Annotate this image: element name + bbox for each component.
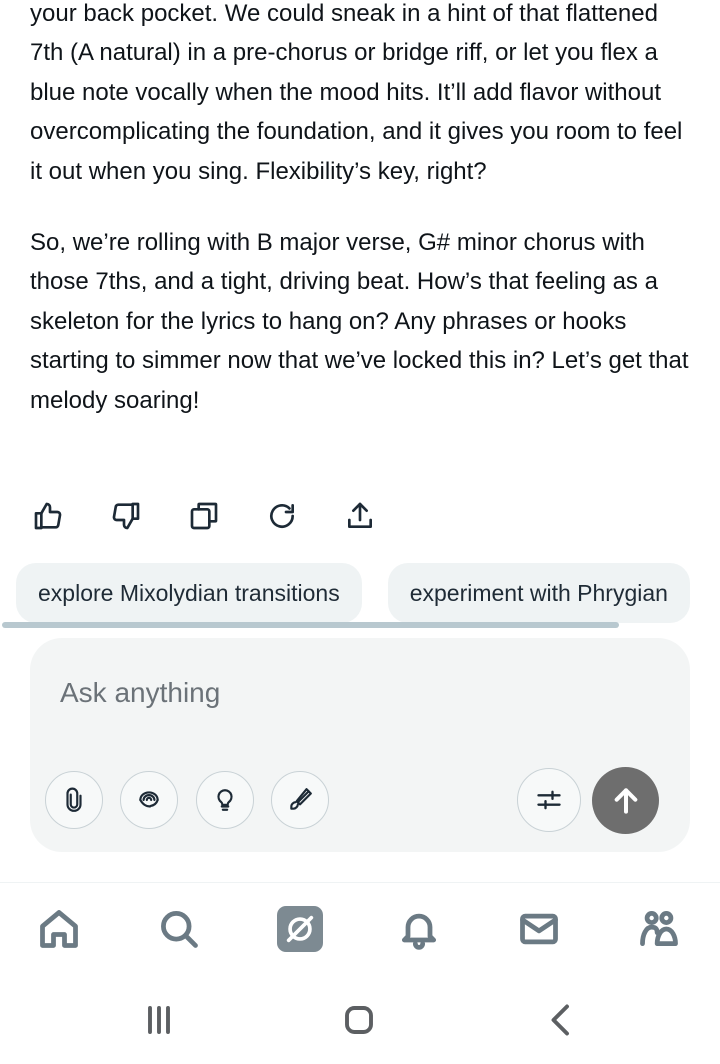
regenerate-button[interactable] bbox=[258, 492, 306, 540]
copy-icon bbox=[190, 502, 218, 530]
home-button[interactable] bbox=[329, 990, 389, 1050]
share-button[interactable] bbox=[336, 492, 384, 540]
assistant-message: your back pocket. We could sneak in a hi… bbox=[30, 0, 690, 452]
send-button[interactable] bbox=[592, 767, 659, 834]
home-icon bbox=[40, 910, 78, 948]
back-chevron-icon bbox=[551, 1004, 569, 1036]
suggestion-chip[interactable]: explore Mixolydian transitions bbox=[16, 563, 362, 623]
settings-button[interactable] bbox=[517, 768, 581, 832]
message-paragraph: So, we’re rolling with B major verse, G#… bbox=[30, 229, 689, 414]
settings-sliders-icon bbox=[537, 790, 561, 810]
attach-icon bbox=[66, 787, 82, 812]
suggestion-chip[interactable]: experiment with Phrygian bbox=[387, 563, 690, 623]
arrow-up-icon bbox=[614, 787, 637, 814]
deepsearch-button[interactable] bbox=[120, 771, 178, 829]
thumbs-up-icon bbox=[34, 502, 62, 530]
tab-messages[interactable] bbox=[512, 902, 566, 956]
tab-grok[interactable] bbox=[277, 906, 323, 952]
recents-button[interactable] bbox=[129, 990, 189, 1050]
tab-search[interactable] bbox=[152, 902, 206, 956]
suggestions-scrollbar[interactable] bbox=[2, 622, 619, 628]
think-button[interactable] bbox=[196, 771, 254, 829]
draw-button[interactable] bbox=[271, 771, 329, 829]
dislike-button[interactable] bbox=[102, 492, 150, 540]
suggestion-chips: explore Mixolydian transitions experiment… bbox=[16, 563, 720, 623]
recents-icon bbox=[148, 1006, 170, 1034]
tab-notifications[interactable] bbox=[392, 902, 446, 956]
copy-button[interactable] bbox=[180, 492, 228, 540]
share-icon bbox=[348, 502, 372, 528]
ask-input[interactable] bbox=[58, 672, 622, 714]
bell-icon bbox=[401, 913, 437, 950]
tab-home[interactable] bbox=[32, 902, 86, 956]
bottom-tab-bar bbox=[0, 896, 720, 962]
thumbs-down-icon bbox=[112, 502, 140, 530]
think-icon bbox=[217, 789, 233, 811]
back-button[interactable] bbox=[531, 990, 591, 1050]
tab-communities[interactable] bbox=[632, 902, 686, 956]
grok-icon bbox=[286, 915, 314, 943]
divider bbox=[0, 882, 720, 883]
composer bbox=[30, 638, 690, 852]
communities-icon bbox=[640, 911, 678, 947]
envelope-icon bbox=[520, 913, 558, 945]
attach-button[interactable] bbox=[45, 771, 103, 829]
regenerate-icon bbox=[270, 504, 294, 528]
message-actions bbox=[30, 492, 414, 540]
search-icon bbox=[161, 911, 198, 948]
deepsearch-icon bbox=[139, 791, 159, 808]
home-square-icon bbox=[345, 1006, 373, 1034]
message-paragraph: your back pocket. We could sneak in a hi… bbox=[30, 0, 683, 185]
system-navigation-bar bbox=[0, 990, 720, 1050]
draw-icon bbox=[290, 788, 312, 810]
like-button[interactable] bbox=[24, 492, 72, 540]
